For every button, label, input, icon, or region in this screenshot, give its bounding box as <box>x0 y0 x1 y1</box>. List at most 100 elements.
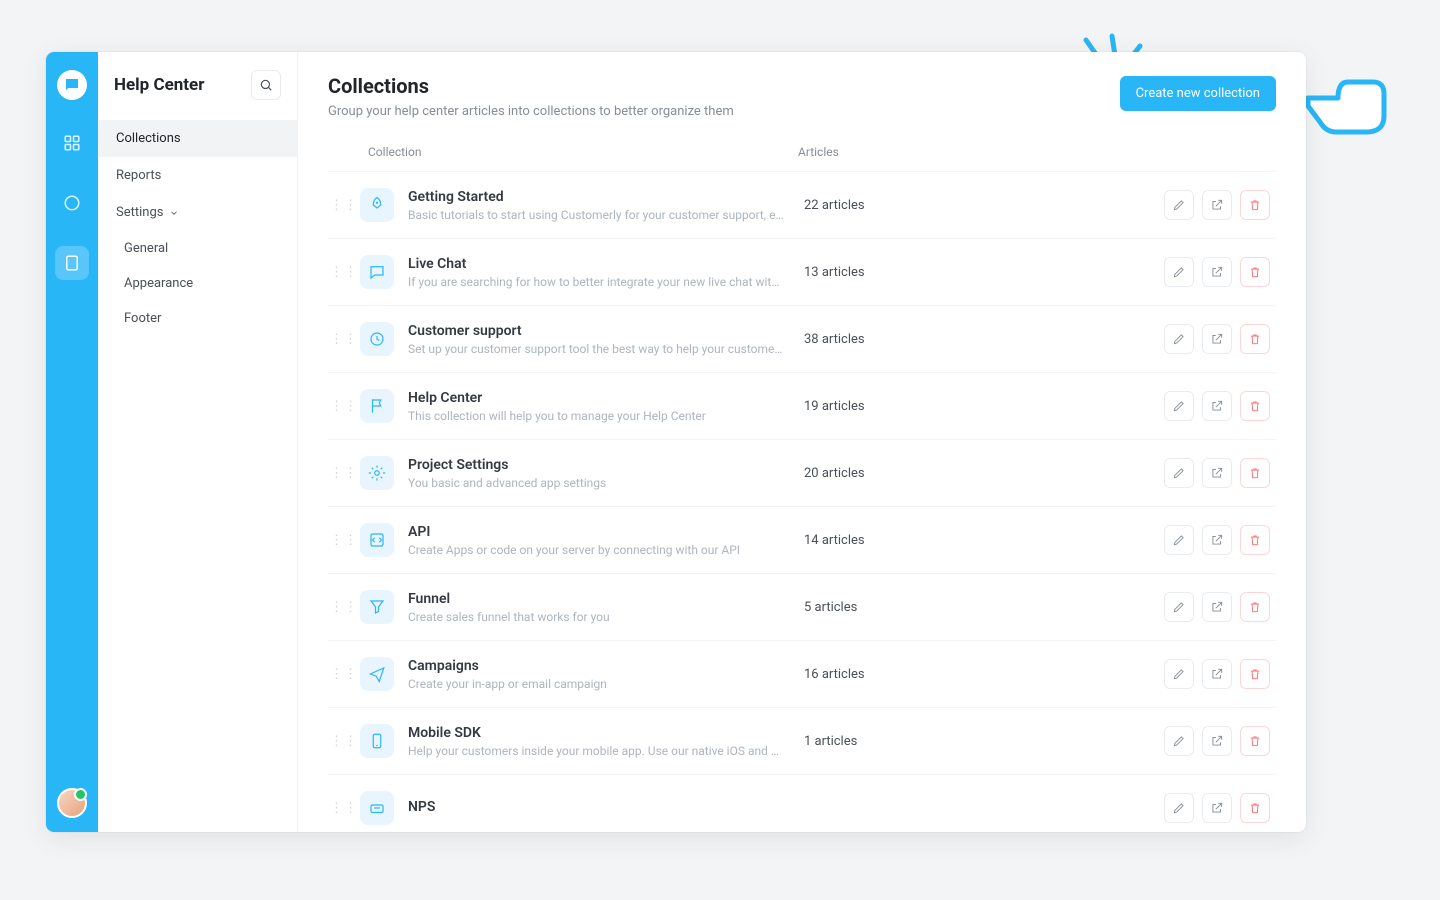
table-row[interactable]: ⋮⋮CampaignsCreate your in-app or email c… <box>328 640 1276 707</box>
edit-button[interactable] <box>1164 257 1194 287</box>
external-link-icon <box>1210 600 1224 614</box>
edit-button[interactable] <box>1164 726 1194 756</box>
collection-title: Funnel <box>408 591 784 607</box>
table-row[interactable]: ⋮⋮ Live ChatIf you are searching for how … <box>328 238 1276 305</box>
open-external-button[interactable] <box>1202 190 1232 220</box>
pencil-icon <box>1172 265 1186 279</box>
table-row[interactable]: ⋮⋮ Getting StartedBasic tutorials to star… <box>328 171 1276 238</box>
table-row[interactable]: ⋮⋮FunnelCreate sales funnel that works f… <box>328 573 1276 640</box>
edit-button[interactable] <box>1164 659 1194 689</box>
delete-button[interactable] <box>1240 793 1270 823</box>
open-external-button[interactable] <box>1202 793 1232 823</box>
drag-handle-icon[interactable]: ⋮⋮ <box>328 332 360 347</box>
drag-handle-icon[interactable]: ⋮⋮ <box>328 466 360 481</box>
col-header-collection: Collection <box>368 145 798 159</box>
edit-button[interactable] <box>1164 391 1194 421</box>
open-external-button[interactable] <box>1202 726 1232 756</box>
collection-text: Getting StartedBasic tutorials to start … <box>408 189 804 222</box>
collection-desc: You basic and advanced app settings <box>408 476 784 490</box>
create-collection-button[interactable]: Create new collection <box>1120 76 1276 111</box>
delete-button[interactable] <box>1240 190 1270 220</box>
pencil-icon <box>1172 667 1186 681</box>
collection-icon <box>360 523 394 557</box>
delete-button[interactable] <box>1240 391 1270 421</box>
open-external-button[interactable] <box>1202 257 1232 287</box>
external-link-icon <box>1210 801 1224 815</box>
rail-item-chat[interactable] <box>55 186 89 220</box>
edit-button[interactable] <box>1164 458 1194 488</box>
table-row[interactable]: ⋮⋮ Help Center This collection will help y… <box>328 372 1276 439</box>
rail-item-dashboard[interactable] <box>55 126 89 160</box>
row-actions <box>1164 793 1276 823</box>
collection-text: APICreate Apps or code on your server by… <box>408 524 804 557</box>
drag-handle-icon[interactable]: ⋮⋮ <box>328 801 360 816</box>
row-actions <box>1164 592 1276 622</box>
trash-icon <box>1248 265 1262 279</box>
edit-button[interactable] <box>1164 592 1194 622</box>
collection-icon <box>360 255 394 289</box>
app-logo[interactable] <box>57 70 87 100</box>
delete-button[interactable] <box>1240 726 1270 756</box>
nav-label: Settings <box>116 205 163 220</box>
open-external-button[interactable] <box>1202 458 1232 488</box>
row-actions <box>1164 190 1276 220</box>
open-external-button[interactable] <box>1202 659 1232 689</box>
external-link-icon <box>1210 332 1224 346</box>
table-row[interactable]: ⋮⋮Mobile SDKHelp your customers inside y… <box>328 707 1276 774</box>
nav-item-settings[interactable]: Settings <box>98 194 297 231</box>
drag-handle-icon[interactable]: ⋮⋮ <box>328 667 360 682</box>
delete-button[interactable] <box>1240 458 1270 488</box>
article-count: 16 articles <box>804 667 1164 682</box>
pencil-icon <box>1172 198 1186 212</box>
external-link-icon <box>1210 466 1224 480</box>
open-external-button[interactable] <box>1202 324 1232 354</box>
external-link-icon <box>1210 533 1224 547</box>
pencil-icon <box>1172 466 1186 480</box>
table-row[interactable]: ⋮⋮ NPS <box>328 774 1276 832</box>
nav-item-reports[interactable]: Reports <box>98 157 297 194</box>
delete-button[interactable] <box>1240 257 1270 287</box>
open-external-button[interactable] <box>1202 525 1232 555</box>
table-row[interactable]: ⋮⋮ Project SettingsYou basic and advanced… <box>328 439 1276 506</box>
search-button[interactable] <box>251 70 281 100</box>
external-link-icon <box>1210 265 1224 279</box>
edit-button[interactable] <box>1164 525 1194 555</box>
nav-subitem-footer[interactable]: Footer <box>98 301 297 336</box>
rail-item-help-center[interactable] <box>55 246 89 280</box>
collection-desc: Create Apps or code on your server by co… <box>408 543 784 557</box>
delete-button[interactable] <box>1240 659 1270 689</box>
collection-desc: This collection will help you to manage … <box>408 409 784 423</box>
delete-button[interactable] <box>1240 324 1270 354</box>
collection-text: Project SettingsYou basic and advanced a… <box>408 457 804 490</box>
delete-button[interactable] <box>1240 525 1270 555</box>
collection-text: Live ChatIf you are searching for how to… <box>408 256 804 289</box>
drag-handle-icon[interactable]: ⋮⋮ <box>328 533 360 548</box>
open-external-button[interactable] <box>1202 592 1232 622</box>
collection-text: Help Center This collection will help you… <box>408 390 804 423</box>
main-content: Collections Group your help center artic… <box>298 52 1306 832</box>
table-row[interactable]: ⋮⋮ APICreate Apps or code on your server … <box>328 506 1276 573</box>
open-external-button[interactable] <box>1202 391 1232 421</box>
article-count: 5 articles <box>804 600 1164 615</box>
collection-text: NPS <box>408 799 804 818</box>
table-row[interactable]: ⋮⋮ Customer supportSet up your customer s… <box>328 305 1276 372</box>
edit-button[interactable] <box>1164 793 1194 823</box>
nav-subitem-general[interactable]: General <box>98 231 297 266</box>
nav-item-collections[interactable]: Collections <box>98 120 297 157</box>
drag-handle-icon[interactable]: ⋮⋮ <box>328 600 360 615</box>
table-header: Collection Articles <box>328 137 1276 171</box>
edit-button[interactable] <box>1164 324 1194 354</box>
delete-button[interactable] <box>1240 592 1270 622</box>
trash-icon <box>1248 667 1262 681</box>
drag-handle-icon[interactable]: ⋮⋮ <box>328 734 360 749</box>
collection-text: Customer supportSet up your customer sup… <box>408 323 804 356</box>
collection-title: Help Center <box>408 390 784 406</box>
drag-handle-icon[interactable]: ⋮⋮ <box>328 265 360 280</box>
drag-handle-icon[interactable]: ⋮⋮ <box>328 399 360 414</box>
drag-handle-icon[interactable]: ⋮⋮ <box>328 198 360 213</box>
collection-icon <box>360 724 394 758</box>
nav-subitem-appearance[interactable]: Appearance <box>98 266 297 301</box>
user-avatar[interactable] <box>57 788 87 818</box>
trash-icon <box>1248 466 1262 480</box>
edit-button[interactable] <box>1164 190 1194 220</box>
